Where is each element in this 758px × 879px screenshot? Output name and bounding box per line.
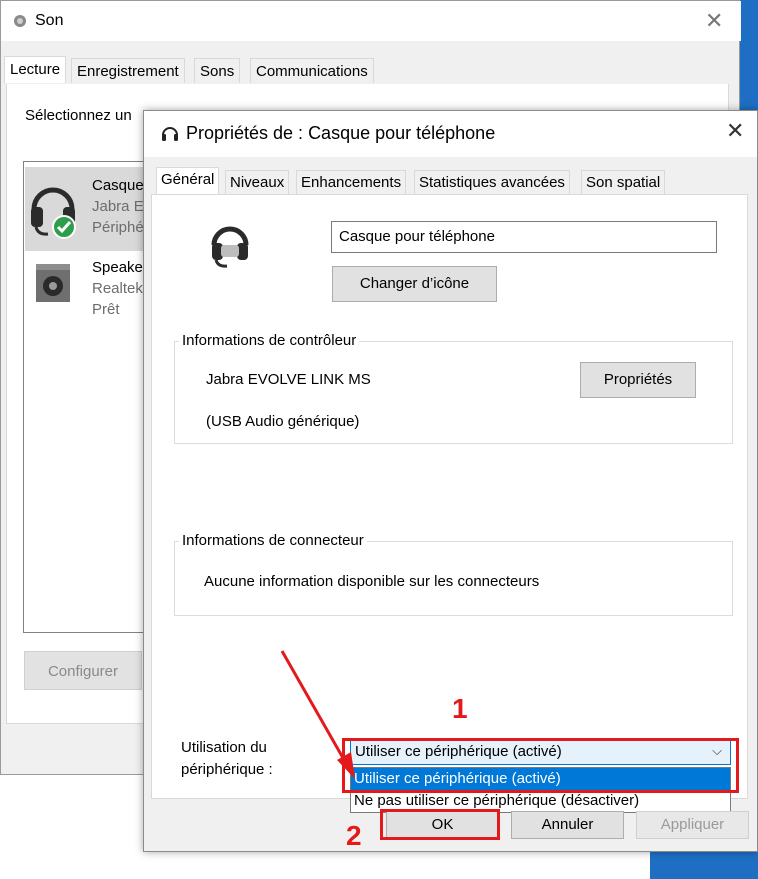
controller-group-label: Informations de contrôleur — [179, 332, 360, 349]
device-name: Speake — [92, 259, 143, 276]
close-icon[interactable]: ✕ — [705, 9, 723, 34]
tab-enregistrement[interactable]: Enregistrement — [71, 58, 185, 83]
controller-driver: (USB Audio générique) — [206, 413, 360, 430]
headset-icon — [162, 127, 178, 141]
annotation-step-2: 2 — [346, 820, 362, 851]
annotation-step-1: 1 — [452, 693, 468, 724]
annotation-box-usage — [342, 738, 739, 793]
usage-label-line1: Utilisation du — [181, 739, 267, 756]
annotation-box-ok — [380, 809, 500, 840]
device-detail: Realtek — [92, 280, 143, 297]
usage-label-line2: périphérique : — [181, 761, 273, 778]
speaker-icon — [14, 15, 26, 27]
device-name-field[interactable]: Casque pour téléphone — [331, 221, 717, 253]
device-status: Périphé — [92, 219, 144, 236]
device-usage-label: Utilisation du périphérique : — [181, 737, 273, 781]
controller-properties-button[interactable]: Propriétés — [580, 362, 696, 398]
device-name: Casque — [92, 177, 144, 194]
speaker-device-icon — [36, 264, 70, 302]
son-window-title: Son — [35, 12, 64, 29]
cancel-button[interactable]: Annuler — [511, 811, 624, 839]
desktop-background-bottom — [650, 848, 758, 879]
tab-general[interactable]: Général — [156, 167, 220, 194]
connector-info-text: Aucune information disponible sur les co… — [204, 573, 540, 590]
device-item-speakers[interactable]: Speake Realtek Prêt — [25, 254, 153, 338]
tab-communications[interactable]: Communications — [250, 58, 374, 83]
tab-niveaux[interactable]: Niveaux — [225, 170, 290, 194]
connector-group-label: Informations de connecteur — [179, 532, 367, 549]
son-titlebar: Son ✕ — [1, 1, 741, 41]
change-icon-button[interactable]: Changer d’icône — [332, 266, 497, 302]
headset-large-icon — [211, 226, 249, 268]
headset-icon — [31, 187, 76, 239]
controller-name: Jabra EVOLVE LINK MS — [206, 371, 371, 388]
apply-button[interactable]: Appliquer — [636, 811, 749, 839]
tab-enhancements[interactable]: Enhancements — [296, 170, 407, 194]
tab-lecture[interactable]: Lecture — [4, 56, 67, 83]
configure-button[interactable]: Configurer — [24, 651, 142, 690]
close-icon[interactable]: ✕ — [726, 119, 744, 144]
instruction-text: Sélectionnez un — [25, 107, 132, 124]
tab-sons[interactable]: Sons — [194, 58, 241, 83]
device-status: Prêt — [92, 301, 120, 318]
properties-title: Propriétés de : Casque pour téléphone — [186, 123, 496, 143]
device-item-casque[interactable]: Casque Jabra E Périphé — [25, 167, 153, 251]
properties-titlebar: Propriétés de : Casque pour téléphone ✕ — [144, 111, 757, 157]
tab-statistiques-avancees[interactable]: Statistiques avancées — [414, 170, 570, 194]
tab-son-spatial[interactable]: Son spatial — [581, 170, 666, 194]
device-detail: Jabra E — [92, 198, 144, 215]
